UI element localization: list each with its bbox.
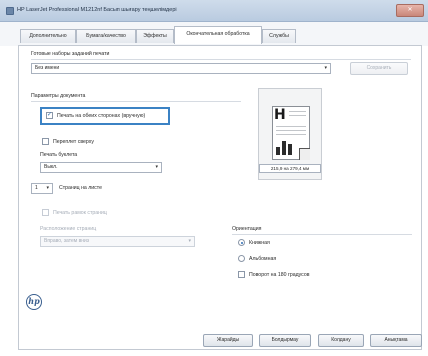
preview-text-line — [276, 134, 306, 135]
apply-button[interactable]: Колдану — [318, 334, 364, 347]
document-options-heading: Параметры документа — [31, 93, 86, 99]
portrait-label: Книжная — [249, 240, 270, 246]
booklet-heading: Печать буклета — [40, 152, 78, 158]
preview-text-line — [289, 111, 306, 112]
pages-per-sheet-dropdown[interactable]: 1 ▾ — [31, 183, 53, 194]
divider — [232, 234, 412, 235]
flip-pages-up-checkbox[interactable] — [42, 138, 49, 145]
presets-heading: Готовые наборы заданий печати — [31, 51, 110, 57]
save-preset-button[interactable]: Сохранить — [350, 62, 408, 75]
rotate-180-label: Поворот на 180 градусов — [249, 272, 310, 278]
hp-logo: hp — [26, 294, 42, 310]
chevron-down-icon: ▾ — [188, 238, 191, 244]
preview-text-line — [289, 115, 306, 116]
page-order-value: Вправо, затем вниз — [44, 238, 90, 244]
cancel-button[interactable]: Болдырмау — [259, 334, 311, 347]
printer-icon — [6, 7, 14, 15]
booklet-dropdown[interactable]: Выкл. ▾ — [40, 162, 162, 173]
duplex-manual-label: Печать на обеих сторонах (вручную) — [57, 113, 146, 119]
preview-letter: H — [274, 107, 286, 123]
rotate-180-checkbox[interactable] — [238, 271, 245, 278]
tab-strip: Дополнительно Бумага/качество Эффекты Ок… — [0, 22, 428, 46]
chevron-down-icon: ▾ — [155, 164, 158, 170]
tab-paper-quality[interactable]: Бумага/качество — [76, 29, 136, 43]
landscape-label: Альбомная — [249, 256, 277, 262]
presets-dropdown[interactable]: Без имени ▾ — [31, 63, 331, 74]
page-order-dropdown[interactable]: Вправо, затем вниз ▾ — [40, 236, 195, 247]
pages-per-sheet-value: 1 — [35, 185, 38, 191]
preview-bar — [276, 147, 280, 155]
orientation-heading: Ориентация — [232, 226, 262, 232]
ok-button[interactable]: Жарайды — [203, 334, 253, 347]
page-order-heading: Расположение страниц — [40, 226, 97, 232]
pages-per-sheet-label: Страниц на листе — [59, 185, 102, 191]
page-curl-icon — [299, 148, 310, 160]
presets-selected: Без имени — [35, 65, 60, 71]
chevron-down-icon: ▾ — [324, 65, 327, 71]
tab-finishing[interactable]: Окончательная обработка — [174, 26, 262, 44]
print-borders-checkbox[interactable] — [42, 209, 49, 216]
duplex-manual-checkbox[interactable]: ✓ — [46, 112, 53, 119]
chevron-down-icon: ▾ — [46, 185, 49, 191]
landscape-radio[interactable] — [238, 255, 245, 262]
window-title: HP LaserJet Professional M1212nf Басып ш… — [17, 7, 177, 13]
paper-size-label: 215,9 на 279,4 мм — [259, 164, 321, 173]
print-borders-label: Печать рамок страниц — [53, 210, 107, 216]
booklet-value: Выкл. — [44, 164, 58, 170]
flip-pages-up-label: Переплет сверху — [53, 139, 94, 145]
preview-bar — [282, 141, 286, 155]
tab-effects[interactable]: Эффекты — [136, 29, 174, 43]
preview-bar — [288, 144, 292, 155]
help-button[interactable]: Анықтама — [370, 334, 422, 347]
finishing-panel — [18, 45, 422, 350]
preview-text-line — [276, 126, 306, 127]
close-button[interactable]: ✕ — [396, 4, 424, 17]
portrait-radio[interactable] — [238, 239, 245, 246]
title-bar: HP LaserJet Professional M1212nf Басып ш… — [0, 0, 428, 22]
divider — [31, 59, 411, 60]
tab-services[interactable]: Службы — [262, 29, 296, 43]
divider — [31, 101, 241, 102]
preview-text-line — [276, 130, 306, 131]
tab-advanced[interactable]: Дополнительно — [20, 29, 76, 43]
